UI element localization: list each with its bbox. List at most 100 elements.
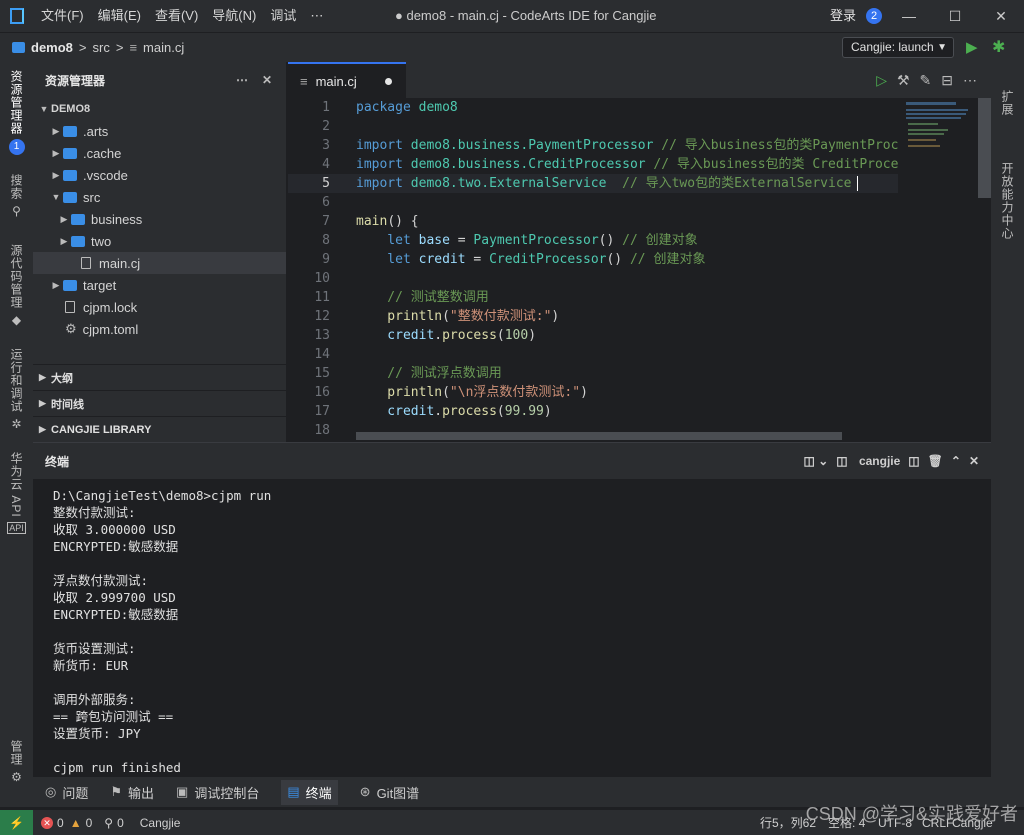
line-number: 6 xyxy=(322,195,330,210)
section-cangjie-library[interactable]: ▶ CANGJIE LIBRARY xyxy=(33,416,286,442)
unsaved-dot-icon[interactable] xyxy=(385,78,392,85)
run-config-label: Cangjie: launch xyxy=(851,40,934,54)
text-cursor xyxy=(857,176,859,191)
error-count[interactable]: 0 xyxy=(57,816,64,830)
login-button[interactable]: 登录 xyxy=(830,0,856,32)
status-language[interactable]: Cangjie xyxy=(140,816,181,830)
debug-icon[interactable]: ✱ xyxy=(992,37,1005,57)
code-line: 14 xyxy=(288,345,898,364)
breadcrumb-project[interactable]: demo8 xyxy=(31,40,73,55)
code-token: // 导入two包的类ExternalService xyxy=(606,176,852,191)
tree-item-cache[interactable]: ▶ .cache xyxy=(33,142,286,164)
run-file-icon[interactable]: ▷ xyxy=(876,72,887,89)
code-line: 13 credit.process(100) xyxy=(288,326,898,345)
tree-root[interactable]: ▼ DEMO8 xyxy=(33,98,286,120)
tree-item-cjpm-lock[interactable]: cjpm.lock xyxy=(33,296,286,318)
code-view[interactable]: 1 package demo8 2 3 import demo8.business.… xyxy=(288,98,898,442)
terminal-shell-select[interactable]: ◫ cangjie xyxy=(836,454,900,468)
tree-item-two[interactable]: ▶ two xyxy=(33,230,286,252)
breadcrumb-file[interactable]: main.cj xyxy=(143,40,184,55)
activity-dev-center[interactable]: 开放能力中心 xyxy=(991,162,1024,240)
code-token: demo8 xyxy=(410,100,458,115)
section-outline[interactable]: ▶ 大纲 xyxy=(33,364,286,390)
menu-edit[interactable]: 编辑(E) xyxy=(91,0,148,32)
tab-debug-console[interactable]: ▣ 调试控制台 xyxy=(176,783,259,802)
more-icon[interactable]: ⋯ xyxy=(236,73,248,87)
code-line: 3 import demo8.business.PaymentProcessor … xyxy=(288,136,898,155)
tab-problems[interactable]: ◎ 问题 xyxy=(45,783,88,802)
folder-icon xyxy=(63,169,77,181)
close-icon[interactable]: ✕ xyxy=(969,454,979,468)
search-icon: ⚲ xyxy=(12,204,21,218)
tab-terminal[interactable]: ▤ 终端 xyxy=(281,779,338,805)
breadcrumb-folder[interactable]: src xyxy=(93,40,110,55)
chevron-down-icon: ▼ xyxy=(51,192,61,202)
menu-debug[interactable]: 调试 xyxy=(263,0,303,32)
tree-item-target[interactable]: ▶ target xyxy=(33,274,286,296)
activity-scm[interactable]: 源代码管理 ◆ xyxy=(0,244,33,327)
split-editor-icon[interactable]: ⊟ xyxy=(941,72,953,89)
activity-explorer[interactable]: 资源管理器 1 xyxy=(0,70,33,155)
chevron-right-icon: ▶ xyxy=(39,372,46,382)
menu-navigate[interactable]: 导航(N) xyxy=(205,0,263,32)
terminal-output[interactable]: D:\CangjieTest\demo8>cjpm run 整数付款测试: 收取… xyxy=(33,479,991,784)
activity-api[interactable]: 华为云 API API xyxy=(0,452,33,534)
edit-icon[interactable]: ✎ xyxy=(920,72,932,89)
run-config-select[interactable]: Cangjie: launch ▼ xyxy=(842,37,954,58)
tab-git-graph[interactable]: ⊛ Git图谱 xyxy=(360,783,420,802)
code-token: // 测试浮点数调用 xyxy=(356,366,502,381)
vertical-scrollbar[interactable] xyxy=(978,98,991,198)
tree-item-src[interactable]: ▼ src xyxy=(33,186,286,208)
tree-item-cjpm-toml[interactable]: ⚙ cjpm.toml xyxy=(33,318,286,340)
trash-icon[interactable]: 🗑 xyxy=(928,454,943,468)
code-token: // 导入business包的类 CreditProces xyxy=(645,157,898,172)
code-token: = xyxy=(465,252,490,267)
notification-badge[interactable]: 2 xyxy=(866,8,882,24)
build-icon[interactable]: ⚒ xyxy=(897,72,910,89)
error-icon[interactable]: ✕ xyxy=(41,816,53,829)
run-icon[interactable]: ▶ xyxy=(966,38,978,56)
split-terminal-icon[interactable]: ◫ xyxy=(908,454,919,468)
horizontal-scrollbar[interactable] xyxy=(356,432,842,440)
menu-view[interactable]: 查看(V) xyxy=(148,0,205,32)
minimize-icon[interactable]: — xyxy=(886,0,932,32)
activity-search[interactable]: 搜索 ⚲ xyxy=(0,174,33,218)
tree-item-label: cjpm.lock xyxy=(83,299,138,315)
tab-output[interactable]: ⚑ 输出 xyxy=(110,783,154,802)
tree-item-vscode[interactable]: ▶ .vscode xyxy=(33,164,286,186)
tree-item-business[interactable]: ▶ business xyxy=(33,208,286,230)
menu-more[interactable]: ⋯ xyxy=(303,0,330,32)
line-number: 14 xyxy=(314,347,330,362)
close-icon[interactable]: ✕ xyxy=(262,73,272,87)
problems-icon: ◎ xyxy=(45,784,57,799)
more-icon[interactable]: ⋯ xyxy=(963,72,977,89)
app-logo-icon xyxy=(0,0,34,32)
menu-file[interactable]: 文件(F) xyxy=(34,0,91,32)
minimap[interactable] xyxy=(898,98,976,442)
tree-item-main-cj[interactable]: main.cj xyxy=(33,252,286,274)
activity-extensions[interactable]: 扩展 xyxy=(991,90,1024,116)
maximize-icon[interactable]: ☐ xyxy=(932,0,978,32)
code-token: demo8.two. xyxy=(402,176,490,191)
chevron-right-icon: ▶ xyxy=(52,125,60,136)
chevron-up-icon[interactable]: ⌃ xyxy=(951,454,961,468)
tab-label: main.cj xyxy=(315,73,357,89)
section-label: 时间线 xyxy=(51,398,84,411)
ports-count[interactable]: 0 xyxy=(117,816,124,830)
warning-count[interactable]: 0 xyxy=(86,816,93,830)
close-icon[interactable]: ✕ xyxy=(978,0,1024,32)
code-token: ) xyxy=(543,404,552,419)
activity-run-debug[interactable]: 运行和调试 ✲ xyxy=(0,348,33,431)
folder-icon xyxy=(63,147,77,159)
ports-icon[interactable]: ⚲ xyxy=(104,816,113,830)
activity-run-debug-label: 运行和调试 xyxy=(9,348,23,413)
activity-manage[interactable]: 管理 ⚙ xyxy=(0,740,33,784)
remote-icon[interactable]: ⚡ xyxy=(0,810,33,835)
warning-icon[interactable]: ▲ xyxy=(70,816,82,830)
layout-icon[interactable]: ◫ ⌄ xyxy=(804,454,829,468)
tab-main-cj[interactable]: ≡ main.cj xyxy=(288,62,406,98)
tree-item-label: target xyxy=(83,277,117,293)
tree-item-arts[interactable]: ▶ .arts xyxy=(33,120,286,142)
line-number: 1 xyxy=(322,100,330,115)
section-timeline[interactable]: ▶ 时间线 xyxy=(33,390,286,416)
